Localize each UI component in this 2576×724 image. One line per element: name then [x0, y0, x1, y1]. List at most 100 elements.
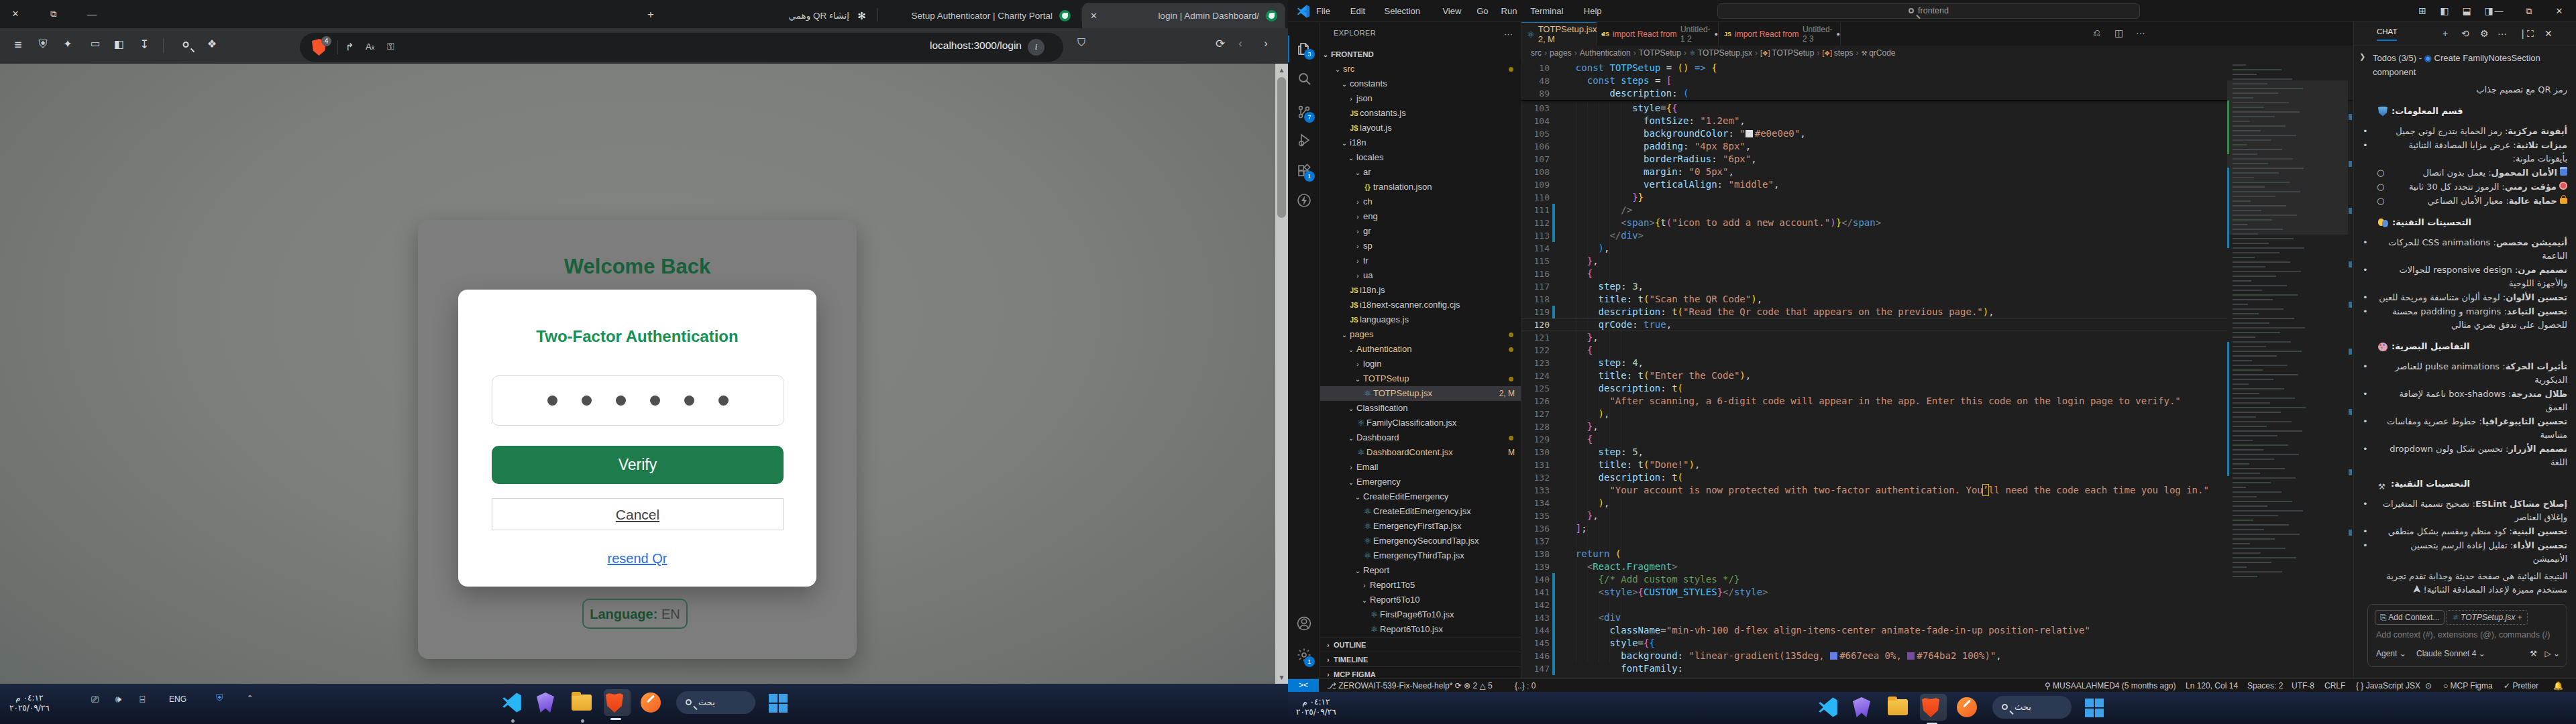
vscode-close-button[interactable]: ✕: [2549, 0, 2569, 22]
chat-header-icon[interactable]: ⛶: [2527, 22, 2534, 46]
tree-item-TOTPSetup.jsx[interactable]: ⚛TOTPSetup.jsx2, M: [1320, 386, 1521, 401]
resend-qr-link[interactable]: resend Qr: [458, 551, 816, 566]
send-button[interactable]: ▷ ⌄: [2544, 649, 2560, 658]
browser-wallet-icon[interactable]: ▭: [91, 38, 100, 50]
menu-file[interactable]: File: [1316, 0, 1330, 22]
tray-chevron-up-icon[interactable]: ⌃: [247, 694, 253, 703]
browser-sidebar-icon[interactable]: ◧: [113, 38, 123, 50]
browser-vpn-shield-icon[interactable]: ⛨: [39, 38, 48, 51]
taskbar-purple-app-icon[interactable]: [1853, 697, 1876, 720]
tray-cast-icon[interactable]: ⎚: [91, 694, 99, 705]
status-language[interactable]: { } JavaScript JSX: [2356, 679, 2420, 692]
key-icon[interactable]: ⚿: [387, 41, 394, 52]
model-select[interactable]: Claude Sonnet 4 ⌄: [2416, 649, 2485, 658]
taskbar-start-button[interactable]: [769, 694, 792, 717]
taskbar-search[interactable]: بحث: [676, 691, 755, 714]
language-button[interactable]: Language: EN: [582, 599, 688, 629]
status-encoding[interactable]: UTF-8: [2292, 679, 2314, 692]
tree-item-Report1To5[interactable]: ›Report1To5: [1320, 578, 1521, 593]
browser-scrollbar[interactable]: ▲▼: [1275, 64, 1288, 684]
browser-tab[interactable]: ✕/login | Admin Dashboard: [1082, 3, 1285, 28]
tree-item-login[interactable]: ›login: [1320, 357, 1521, 371]
vscode-restore-button[interactable]: ⧉: [2519, 0, 2539, 22]
breadcrumb[interactable]: src›pages›Authentication›TOTPSetup›⚛ TOT…: [1521, 46, 2353, 60]
tree-item-languages.js[interactable]: JSlanguages.js: [1320, 312, 1521, 327]
tree-item-Dashboard[interactable]: ⌄Dashboard: [1320, 430, 1521, 445]
tray-language-eng[interactable]: ENG: [169, 695, 186, 704]
code-input[interactable]: [492, 375, 784, 426]
tree-item-eng[interactable]: ›eng: [1320, 209, 1521, 224]
url-text[interactable]: localhost:3000/login: [930, 40, 1022, 52]
share-icon[interactable]: ↱: [345, 41, 354, 53]
tree-item-ch[interactable]: ›ch: [1320, 194, 1521, 209]
tree-item-CreateEditEmergency[interactable]: ⌄CreateEditEmergency: [1320, 489, 1521, 504]
chat-tab[interactable]: CHAT: [2377, 27, 2397, 41]
menu-view[interactable]: View: [1442, 0, 1461, 22]
browser-download-icon[interactable]: ↧: [140, 38, 149, 52]
scroll-down-arrow[interactable]: ▼: [1275, 671, 1288, 684]
chat-header-icon[interactable]: ✕: [2544, 22, 2553, 46]
status-eol[interactable]: CRLF: [2324, 679, 2345, 692]
section-outline[interactable]: ›OUTLINE: [1320, 637, 1521, 652]
minimap[interactable]: [2227, 60, 2348, 678]
layout-sidebar-left-icon[interactable]: ◧: [2434, 0, 2455, 22]
tree-item-tr[interactable]: ›tr: [1320, 253, 1521, 268]
browser-urlbar[interactable]: 4↱Ax̄⚿localhost:3000/logini: [300, 33, 1063, 62]
verify-button[interactable]: Verify: [492, 446, 784, 484]
tree-item-gr[interactable]: ›gr: [1320, 224, 1521, 239]
taskbar-vscode-icon[interactable]: [1818, 697, 1841, 720]
section-mcp-figma[interactable]: ›MCP FIGMA: [1320, 666, 1521, 678]
forward-icon[interactable]: ›: [1264, 38, 1267, 50]
tree-item-Report[interactable]: ⌄Report: [1320, 563, 1521, 578]
taskbar-brave-icon[interactable]: [1922, 697, 1945, 720]
window-minimize-button[interactable]: —: [85, 7, 99, 21]
tree-item-i18n.js[interactable]: JSi18n.js: [1320, 283, 1521, 298]
window-restore-button[interactable]: ⧉: [46, 7, 61, 21]
context-chip[interactable]: ⚛ TOTPSetup.jsx +: [2446, 610, 2528, 625]
taskbar-vscode-icon[interactable]: [502, 692, 525, 715]
activity-run-debug-icon[interactable]: [1288, 132, 1320, 151]
tree-item-ua[interactable]: ›ua: [1320, 268, 1521, 283]
tree-item-FamilyClassification.jsx[interactable]: ⚛FamilyClassification.jsx: [1320, 416, 1521, 430]
tree-item-EmergencyThirdTap.jsx[interactable]: ⚛EmergencyThirdTap.jsx: [1320, 548, 1521, 563]
agent-select[interactable]: Agent ⌄: [2376, 649, 2406, 658]
status-indentation[interactable]: Spaces: 2: [2247, 679, 2283, 692]
tree-item-i18next-scanner.config.cjs[interactable]: JSi18next-scanner.config.cjs: [1320, 298, 1521, 312]
browser-menu-icon[interactable]: ≡: [14, 38, 21, 52]
layout-panel-icon[interactable]: ⬓: [2457, 0, 2477, 22]
page-search-icon[interactable]: [183, 38, 189, 51]
taskbar-pen-app-icon[interactable]: [1957, 697, 1980, 720]
new-tab-button[interactable]: +: [643, 7, 659, 23]
tree-item-Report6To10.jsx[interactable]: ⚛Report6To10.jsx: [1320, 622, 1521, 637]
todos-chevron[interactable]: ❯: [2359, 52, 2365, 61]
status-mcp-figma[interactable]: ○ MCP Figma: [2443, 679, 2493, 692]
menu-go[interactable]: Go: [1477, 0, 1488, 22]
tree-item-EmergencySecoundTap.jsx[interactable]: ⚛EmergencySecoundTap.jsx: [1320, 534, 1521, 548]
tree-item-TOTPSetup[interactable]: ⌄TOTPSetup: [1320, 371, 1521, 386]
tools-icon[interactable]: ⚒: [2530, 649, 2537, 658]
tree-item-locales[interactable]: ⌄locales: [1320, 150, 1521, 165]
tree-item-CreateEditEmergency.jsx[interactable]: ⚛CreateEditEmergency.jsx: [1320, 504, 1521, 519]
command-center[interactable]: frontend: [1717, 3, 2140, 19]
tree-item-EmergencyFirstTap.jsx[interactable]: ⚛EmergencyFirstTap.jsx: [1320, 519, 1521, 534]
tray-network-icon[interactable]: ⌸: [140, 694, 145, 705]
status-branch[interactable]: ⎇ ZEROWAIT-539-Fix-Need-help* ⟳: [1327, 679, 1462, 692]
menu-selection[interactable]: Selection: [1385, 0, 1420, 22]
tab-close-icon[interactable]: ✕: [1090, 11, 1097, 21]
extensions-icon[interactable]: ❖: [207, 38, 217, 50]
tree-item-layout.js[interactable]: JSlayout.js: [1320, 121, 1521, 135]
status-github-icon[interactable]: ⊙: [2425, 679, 2432, 692]
taskbar-clock[interactable]: ٠٤:١٢ م٢٠٢٥/٠٩/٢٦: [1296, 697, 1336, 717]
status-bell-icon[interactable]: 🔔: [2553, 679, 2563, 692]
status-cursor-position[interactable]: Ln 120, Col 14: [2186, 679, 2238, 692]
editor-split-icon[interactable]: ◫: [2114, 27, 2123, 38]
window-close-button[interactable]: ✕: [8, 7, 23, 21]
editor-tab[interactable]: JSimport React from "react";Untitled-2 3…: [1719, 22, 1841, 46]
taskbar-start-button[interactable]: [2085, 699, 2108, 721]
tree-item-Report6To10[interactable]: ⌄Report6To10: [1320, 593, 1521, 607]
editor-compare-icon[interactable]: ⎌: [2093, 27, 2100, 39]
bookmark-icon[interactable]: ⛉: [1077, 37, 1085, 49]
reload-icon[interactable]: ⟳: [1216, 37, 1225, 51]
taskbar-file-explorer-icon[interactable]: [572, 695, 594, 717]
taskbar-search[interactable]: بحث: [1992, 696, 2072, 719]
